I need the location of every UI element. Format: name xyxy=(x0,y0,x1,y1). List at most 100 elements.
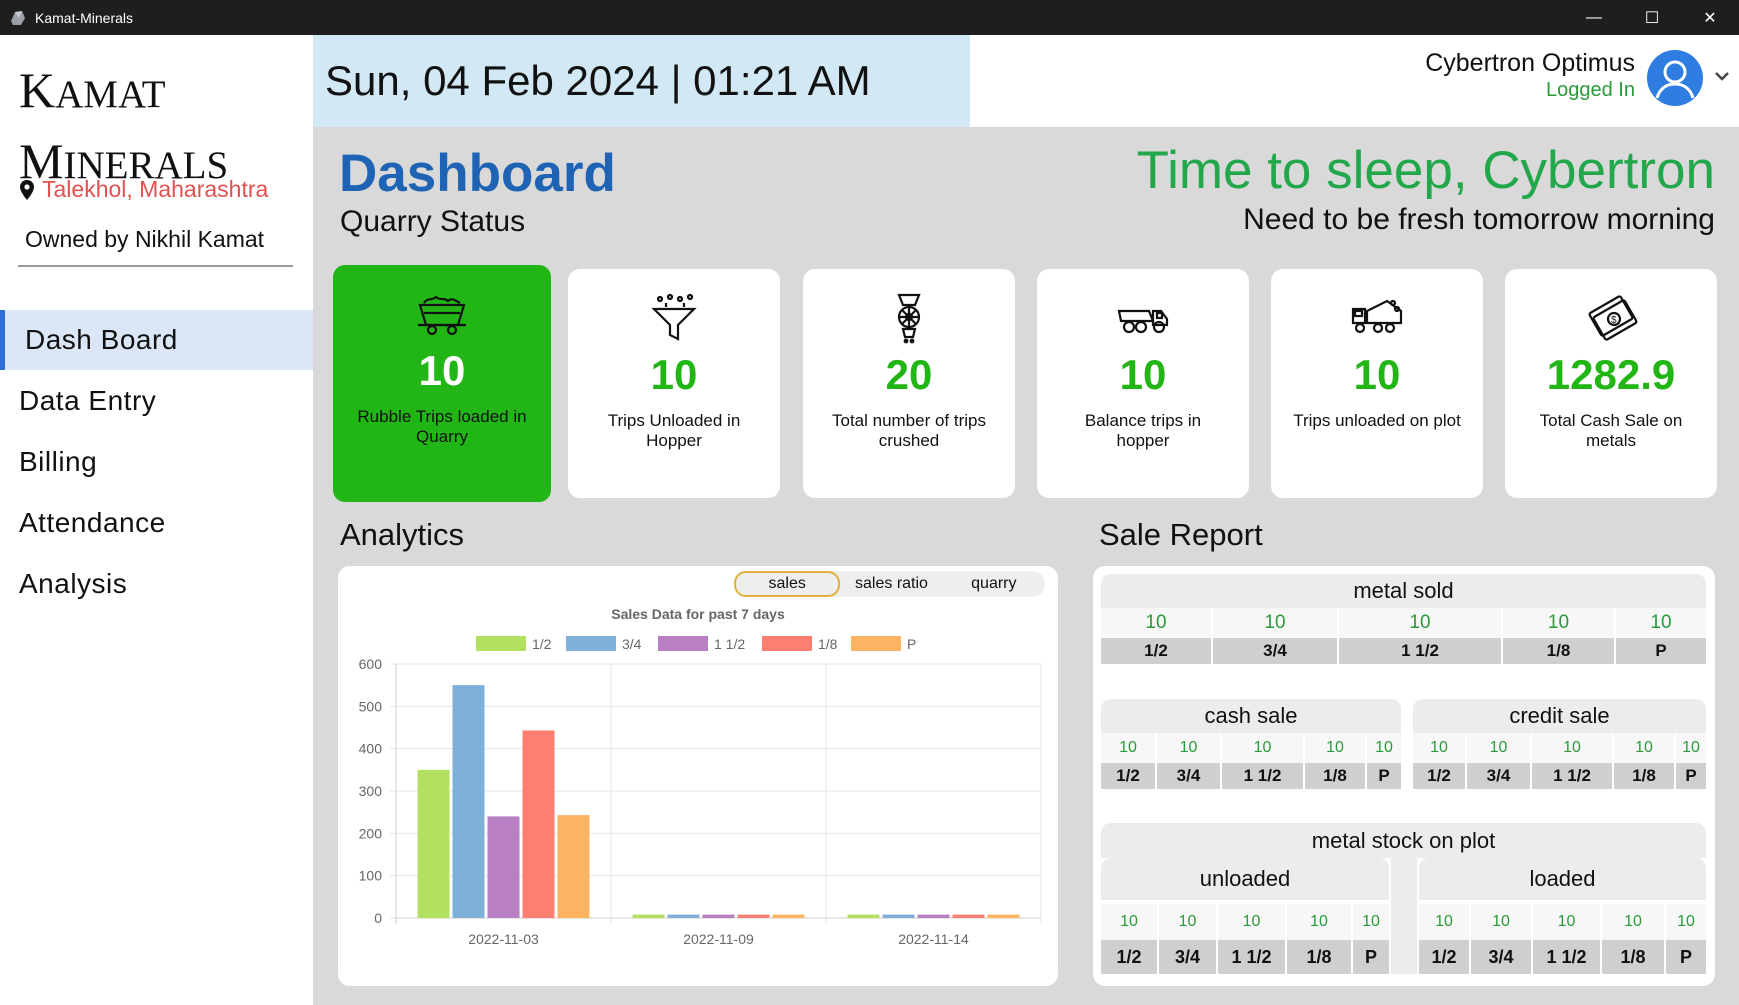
metal-qty-cell: 10 xyxy=(1101,608,1213,638)
stat-label: Balance trips in hopper xyxy=(1084,411,1202,450)
mine-cart-icon xyxy=(418,295,466,336)
legend-label: P xyxy=(907,636,916,652)
metal-size-cell: 1/8 xyxy=(1305,763,1367,789)
metal-qty-cell: 10 xyxy=(1602,904,1666,940)
legend-swatch xyxy=(566,636,616,651)
chart-bar xyxy=(417,769,450,918)
loaded-values: 10 10 10 10 10 xyxy=(1419,904,1706,940)
metal-sold-values: 10 10 10 10 10 xyxy=(1101,608,1706,638)
metal-size-cell: P xyxy=(1616,638,1706,664)
stat-value: 20 xyxy=(885,351,933,398)
metal-qty-cell: 10 xyxy=(1305,733,1367,763)
metal-qty-cell: 10 xyxy=(1419,904,1471,940)
maximize-button[interactable]: ☐ xyxy=(1623,0,1681,35)
page-title: Dashboard xyxy=(339,144,616,203)
stat-card-trips-unloaded-plot[interactable]: 10 Trips unloaded on plot xyxy=(1271,269,1483,498)
metal-size-cell: 1/8 xyxy=(1602,940,1666,974)
metal-size-cell: P xyxy=(1353,940,1389,974)
metal-sold-title: metal sold xyxy=(1101,574,1706,608)
svg-text:$: $ xyxy=(1611,315,1617,326)
metal-size-cell: 1/2 xyxy=(1101,638,1213,664)
stat-card-trips-crushed[interactable]: 20 Total number of trips crushed xyxy=(803,269,1015,498)
legend-swatch xyxy=(658,636,708,651)
chart-bar xyxy=(452,685,485,918)
metal-size-cell: 3/4 xyxy=(1213,638,1339,664)
nav-item-analysis[interactable]: Analysis xyxy=(0,554,313,614)
analytics-panel: sales sales ratio quarry Sales Data for … xyxy=(338,566,1058,986)
metal-qty-cell: 10 xyxy=(1666,904,1706,940)
legend-swatch xyxy=(476,636,526,651)
legend-label: 3/4 xyxy=(622,636,642,652)
chevron-down-icon[interactable] xyxy=(1713,67,1731,85)
sidebar-divider xyxy=(18,265,293,267)
metal-qty-cell: 10 xyxy=(1101,733,1157,763)
cash-icon: $ xyxy=(1588,295,1638,341)
chart-bar xyxy=(487,816,520,918)
avatar[interactable] xyxy=(1647,50,1703,106)
chart-bar xyxy=(667,914,700,918)
sale-report-panel: metal sold 10 10 10 10 10 1/2 3/4 1 1/2 1/8 Pcash … xyxy=(1093,566,1715,986)
close-button[interactable]: ✕ xyxy=(1681,0,1739,35)
metal-sold-keys: 1/2 3/4 1 1/2 1/8 P xyxy=(1101,638,1706,664)
metal-size-cell: 1/8 xyxy=(1287,940,1353,974)
user-panel: Cybertron Optimus Logged In xyxy=(970,35,1739,127)
analytics-heading: Analytics xyxy=(340,517,465,552)
chart-bar xyxy=(557,815,590,918)
stat-card-balance-trips[interactable]: 10 Balance trips in hopper xyxy=(1037,269,1249,498)
metal-size-cell: 1/2 xyxy=(1101,763,1157,789)
metal-size-cell: 1/2 xyxy=(1101,940,1159,974)
chart-bar xyxy=(522,730,555,918)
metal-size-cell: 3/4 xyxy=(1471,940,1533,974)
stat-card-trips-unloaded-hopper[interactable]: 10 Trips Unloaded in Hopper xyxy=(568,269,780,498)
metal-qty-cell: 10 xyxy=(1616,608,1706,638)
legend-label: 1/8 xyxy=(818,636,838,652)
map-pin-icon xyxy=(20,179,34,200)
minimize-button[interactable]: — xyxy=(1565,0,1623,35)
stat-value: 10 xyxy=(1353,351,1401,398)
nav-item-billing[interactable]: Billing xyxy=(0,432,313,492)
legend-label: 1 1/2 xyxy=(714,636,745,652)
metal-qty-cell: 10 xyxy=(1353,904,1389,940)
greeting-subtext: Need to be fresh tomorrow morning xyxy=(1243,203,1715,236)
metal-size-cell: 3/4 xyxy=(1157,763,1222,789)
tipper-truck-icon xyxy=(1351,299,1403,334)
metal-qty-cell: 10 xyxy=(1159,904,1218,940)
dump-truck-icon xyxy=(1117,309,1169,334)
stock-separator xyxy=(1391,858,1417,974)
window-title: Kamat-Minerals xyxy=(35,9,134,26)
metal-size-cell: 1/8 xyxy=(1503,638,1616,664)
hopper-funnel-icon xyxy=(651,293,697,341)
metal-size-cell: 1 1/2 xyxy=(1532,763,1614,789)
chart-bar xyxy=(702,914,735,918)
cash-sale-values: 10 10 10 10 10 xyxy=(1101,733,1401,763)
metal-qty-cell: 10 xyxy=(1533,904,1602,940)
x-tick-label: 2022-11-03 xyxy=(468,931,539,947)
location-text: Talekhol, Maharashtra xyxy=(42,176,269,202)
metal-qty-cell: 10 xyxy=(1676,733,1706,763)
metal-size-cell: 3/4 xyxy=(1467,763,1532,789)
stat-label: Total number of trips crushed xyxy=(831,411,986,450)
user-status: Logged In xyxy=(1546,79,1635,101)
metal-size-cell: 1 1/2 xyxy=(1218,940,1287,974)
sale-report-heading: Sale Report xyxy=(1099,517,1263,552)
stat-card-total-cash-sale[interactable]: $ 1282.9 Total Cash Sale on metals xyxy=(1505,269,1717,498)
nav-item-dash-board[interactable]: Dash Board xyxy=(0,310,313,370)
stat-value: 10 xyxy=(418,347,466,394)
metal-size-cell: 1 1/2 xyxy=(1222,763,1305,789)
nav-item-data-entry[interactable]: Data Entry xyxy=(0,371,313,431)
legend-swatch xyxy=(851,636,901,651)
greeting-text: Time to sleep, Cybertron xyxy=(1136,141,1715,200)
y-tick-label: 300 xyxy=(359,783,383,799)
stat-label: Rubble Trips loaded in Quarry xyxy=(357,407,527,446)
metal-size-cell: 3/4 xyxy=(1159,940,1218,974)
date-time-display: Sun, 04 Feb 2024 | 01:21 AM xyxy=(313,35,970,127)
stat-card-rubble-trips[interactable]: 10 Rubble Trips loaded in Quarry xyxy=(333,265,551,502)
app-logo-icon xyxy=(11,10,25,25)
stat-label: Trips unloaded on plot xyxy=(1293,411,1461,430)
nav-item-attendance[interactable]: Attendance xyxy=(0,493,313,553)
y-tick-label: 0 xyxy=(374,910,382,926)
metal-size-cell: 1 1/2 xyxy=(1339,638,1503,664)
metal-size-cell: P xyxy=(1666,940,1706,974)
unloaded-values: 10 10 10 10 10 xyxy=(1101,904,1389,940)
stat-value: 1282.9 xyxy=(1546,351,1676,398)
